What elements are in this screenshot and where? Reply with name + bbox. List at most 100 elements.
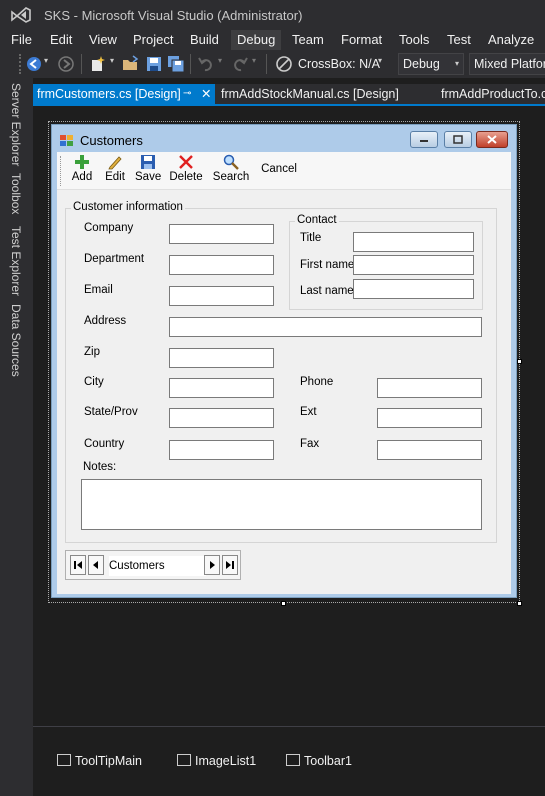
title-field[interactable] <box>353 232 474 252</box>
pin-icon[interactable]: ⊸ <box>183 84 191 104</box>
zip-field[interactable] <box>169 348 274 368</box>
save-icon[interactable] <box>145 55 163 73</box>
crossbox-label[interactable]: CrossBox: N/A <box>298 57 380 71</box>
form-client-area: Add Edit Save Delete Search Cancel Custo… <box>57 152 511 594</box>
menu-edit[interactable]: Edit <box>50 32 72 47</box>
tab-frmaddproductto[interactable]: frmAddProductTo.c <box>437 84 545 104</box>
tab-frmaddstockmanual[interactable]: frmAddStockManual.cs [Design] <box>217 84 417 104</box>
close-button[interactable] <box>476 131 508 148</box>
resize-handle-corner[interactable] <box>517 601 522 606</box>
country-field[interactable] <box>169 440 274 460</box>
open-folder-icon[interactable] <box>122 55 140 73</box>
menu-debug[interactable]: Debug <box>231 30 282 50</box>
form-title: Customers <box>80 133 143 148</box>
menu-view[interactable]: View <box>89 32 117 47</box>
state-field[interactable] <box>169 408 274 428</box>
crossbox-icon[interactable] <box>275 55 293 73</box>
data-sources-tab[interactable]: Data Sources <box>9 304 23 377</box>
add-button[interactable]: Add <box>70 154 94 183</box>
move-last-button[interactable] <box>222 555 238 575</box>
notes-label: Notes: <box>83 461 117 473</box>
menu-test[interactable]: Test <box>447 32 471 47</box>
binding-navigator: Customers <box>65 550 241 580</box>
platform-select[interactable]: Mixed Platforms <box>469 53 545 75</box>
search-button[interactable]: Search <box>212 154 250 183</box>
configuration-select[interactable]: Debug ▾ <box>398 53 464 75</box>
phone-label: Phone <box>300 376 334 388</box>
tooltip-label: ToolTipMain <box>75 754 142 768</box>
pencil-icon <box>108 156 122 170</box>
crossbox-dropdown-icon[interactable]: ▾ <box>378 56 382 65</box>
fax-field[interactable] <box>377 440 482 460</box>
undo-icon[interactable] <box>197 55 215 73</box>
customers-form[interactable]: Customers Add Edit Save Delete Search Ca… <box>51 124 517 598</box>
search-icon <box>223 154 239 170</box>
platform-value: Mixed Platforms <box>474 57 545 71</box>
back-icon[interactable] <box>25 55 43 73</box>
main-toolbar: ▾ ▾ ▾ ▾ CrossBox: N/A ▾ Debug ▾ Mixed Pl… <box>0 50 545 78</box>
menu-analyze[interactable]: Analyze <box>488 32 534 47</box>
menu-project[interactable]: Project <box>133 32 173 47</box>
new-project-icon[interactable] <box>89 55 107 73</box>
group-title: Contact <box>295 214 339 226</box>
edit-button[interactable]: Edit <box>103 154 127 183</box>
department-label: Department <box>84 253 145 265</box>
menu-build[interactable]: Build <box>190 32 219 47</box>
resize-handle-bottom[interactable] <box>281 601 286 606</box>
notes-field[interactable] <box>81 479 482 530</box>
last-name-field[interactable] <box>353 279 474 299</box>
move-next-button[interactable] <box>204 555 220 575</box>
move-previous-button[interactable] <box>88 555 104 575</box>
move-first-button[interactable] <box>70 555 86 575</box>
menu-team[interactable]: Team <box>292 32 324 47</box>
tooltip-component[interactable]: ToolTipMain <box>57 754 142 768</box>
menu-file[interactable]: File <box>11 32 32 47</box>
city-label: City <box>84 376 104 388</box>
form-icon <box>60 135 73 146</box>
ext-field[interactable] <box>377 408 482 428</box>
toolbar-grip <box>60 156 63 186</box>
resize-handle-right[interactable] <box>517 359 522 364</box>
last-name-label: Last name <box>300 285 354 297</box>
address-field[interactable] <box>169 317 482 337</box>
menu-tools[interactable]: Tools <box>399 32 429 47</box>
company-label: Company <box>84 222 134 234</box>
email-field[interactable] <box>169 286 274 306</box>
first-name-field[interactable] <box>353 255 474 275</box>
phone-field[interactable] <box>377 378 482 398</box>
close-icon <box>487 135 497 144</box>
tab-frmcustomers[interactable]: frmCustomers.cs [Design] ⊸ ✕ <box>33 84 215 104</box>
redo-icon[interactable] <box>231 55 249 73</box>
delete-x-icon <box>179 155 193 169</box>
save-all-icon[interactable] <box>167 55 185 73</box>
toolbar-component[interactable]: Toolbar1 <box>286 754 352 768</box>
search-label: Search <box>212 171 250 183</box>
delete-button[interactable]: Delete <box>169 154 203 183</box>
new-dropdown-icon[interactable]: ▾ <box>110 56 114 65</box>
edit-label: Edit <box>105 171 125 183</box>
floppy-disk-icon <box>141 155 155 169</box>
menu-format[interactable]: Format <box>341 32 382 47</box>
minimize-button[interactable] <box>410 131 438 148</box>
forward-icon[interactable] <box>57 55 75 73</box>
save-button[interactable]: Save <box>135 154 161 183</box>
first-name-label: First name <box>300 259 355 271</box>
city-field[interactable] <box>169 378 274 398</box>
back-dropdown-icon[interactable]: ▾ <box>44 56 48 65</box>
cancel-button[interactable]: Cancel <box>257 163 301 175</box>
close-icon[interactable]: ✕ <box>201 84 211 104</box>
move-previous-icon <box>93 561 98 569</box>
redo-dropdown-icon[interactable]: ▾ <box>252 56 256 65</box>
fax-label: Fax <box>300 438 320 450</box>
toolbar-separator <box>266 54 267 74</box>
move-last-icon <box>226 561 234 569</box>
department-field[interactable] <box>169 255 274 275</box>
maximize-button[interactable] <box>444 131 472 148</box>
imagelist-component[interactable]: ImageList1 <box>177 754 256 768</box>
company-field[interactable] <box>169 224 274 244</box>
undo-dropdown-icon[interactable]: ▾ <box>218 56 222 65</box>
move-first-icon <box>74 561 82 569</box>
server-explorer-tab[interactable]: Server Explorer <box>9 83 23 166</box>
toolbox-tab[interactable]: Toolbox <box>9 173 23 214</box>
test-explorer-tab[interactable]: Test Explorer <box>9 226 23 296</box>
